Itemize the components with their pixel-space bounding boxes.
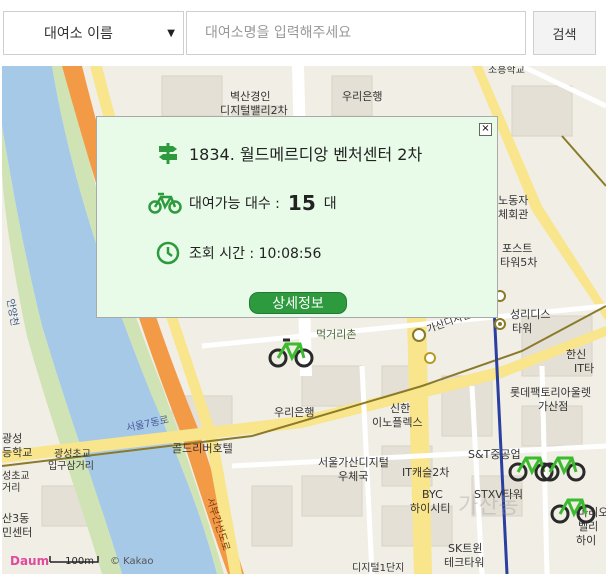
search-field-wrapper [186, 11, 526, 55]
map-label: 입구삼거리 [48, 461, 94, 472]
count-row: 대여가능 대수 : 15 대 [147, 191, 337, 215]
map-label: BYC [422, 488, 443, 501]
map-label: 성리디스 [510, 308, 551, 321]
map-label: 체회관 [498, 208, 529, 221]
map-label: 롯데팩토리아울렛 [510, 386, 591, 399]
search-input[interactable] [187, 12, 525, 54]
bike-station-marker[interactable] [540, 448, 586, 482]
map-watermark: 가산동 [458, 494, 519, 519]
map-label: 벽산경인 [230, 90, 271, 103]
station-info-popup: × 1834. 월드메르디앙 벤처센터 2차 대여가능 대수 : 15 대 조회… [96, 116, 498, 318]
detail-button[interactable]: 상세정보 [249, 292, 347, 314]
map-label: 테크타워 [444, 556, 485, 569]
daum-logo: Daum [10, 554, 50, 568]
map-label: 한신 [566, 348, 587, 361]
scale-label: 100m [65, 555, 94, 567]
bicycle-icon [147, 192, 183, 214]
map-label: 먹거리촌 [316, 328, 357, 341]
count-label: 대여가능 대수 : [189, 196, 280, 212]
map-label: 우리은행 [274, 406, 315, 419]
map-label: 가산점 [538, 400, 569, 413]
bike-station-marker[interactable] [268, 334, 314, 368]
map-label: 노동자 [498, 194, 529, 207]
map-label: 우체국 [338, 470, 369, 483]
clock-icon [153, 241, 183, 265]
map-label: 우리은행 [342, 90, 383, 103]
station-row: 1834. 월드메르디앙 벤처센터 2차 [153, 141, 422, 165]
map-label: IT타 [574, 362, 595, 375]
map-scale: Daum 100m © Kakao [10, 554, 154, 568]
map-label: 포스트 [502, 242, 533, 255]
map-label: IT캐슬2차 [402, 466, 450, 479]
search-type-select[interactable]: 대여소 이름 ▼ [3, 11, 184, 55]
search-button[interactable]: 검색 [533, 11, 596, 55]
map-copyright: © Kakao [109, 555, 154, 567]
map-label: 하이 [576, 534, 597, 547]
search-type-value: 대여소 이름 [44, 26, 113, 42]
map-label: 신한 [390, 402, 411, 415]
map-label: 이노플렉스 [372, 416, 423, 429]
station-name: 1834. 월드메르디앙 벤처센터 2차 [189, 145, 423, 164]
count-unit: 대 [323, 196, 337, 212]
map-label: 타워5차 [500, 256, 538, 269]
signpost-icon [153, 141, 183, 165]
map-label: 등학교 [2, 446, 33, 459]
map-label: 타워 [512, 322, 533, 335]
map-label: 조흥학교 [488, 66, 525, 76]
map-label: 산3동 [2, 512, 30, 525]
map-label: 광성 [2, 432, 23, 445]
search-bar: 대여소 이름 ▼ 검색 [0, 0, 608, 62]
map-label: SK트윈 [448, 542, 483, 555]
map-label: 민센터 [2, 526, 33, 539]
map-label: 서울가산디지털 [318, 456, 389, 469]
query-time: 조회 시간 : 10:08:56 [189, 246, 322, 262]
map-label: 거리 [2, 483, 21, 494]
map-label: 골드리버호텔 [172, 442, 233, 455]
time-row: 조회 시간 : 10:08:56 [153, 241, 321, 265]
map-label: 하이시티 [410, 502, 451, 515]
bike-station-marker[interactable] [550, 490, 596, 524]
chevron-down-icon: ▼ [167, 27, 175, 39]
map-label: 디지털1단지 [352, 563, 405, 574]
available-count: 15 [287, 191, 316, 215]
close-icon[interactable]: × [479, 123, 492, 136]
